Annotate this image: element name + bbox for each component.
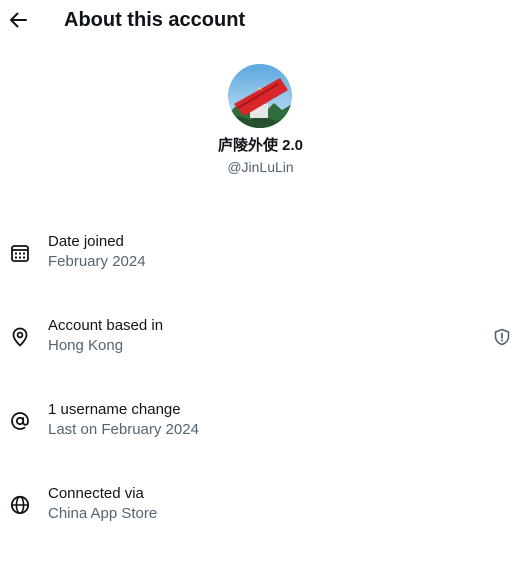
- calendar-icon: [11, 245, 29, 262]
- detail-row-date-joined: Date joined February 2024: [0, 232, 521, 282]
- location-pin-icon: [12, 327, 28, 347]
- detail-value: Hong Kong: [48, 337, 124, 354]
- detail-label: Date joined: [48, 233, 124, 250]
- detail-value: China App Store: [48, 505, 158, 522]
- header: About this account: [0, 0, 521, 40]
- detail-row-username-change: 1 username change Last on February 2024: [0, 400, 521, 450]
- back-button[interactable]: [8, 9, 28, 31]
- avatar-image: [227, 64, 292, 128]
- shield-alert-icon[interactable]: [493, 328, 511, 346]
- detail-label: 1 username change: [48, 401, 181, 418]
- detail-row-account-based-in: Account based in Hong Kong: [0, 316, 521, 366]
- account-handle: @JinLuLin: [227, 159, 294, 175]
- detail-row-connected-via: Connected via China App Store: [0, 484, 521, 534]
- globe-icon: [10, 495, 30, 515]
- profile-summary: 庐陵外使 2.0 @JinLuLin: [0, 64, 521, 176]
- display-name: 庐陵外使 2.0: [217, 137, 304, 154]
- page-title: About this account: [64, 9, 246, 31]
- detail-label: Connected via: [48, 485, 144, 502]
- arrow-left-icon: [10, 12, 27, 28]
- detail-value: February 2024: [48, 253, 146, 270]
- detail-value: Last on February 2024: [48, 421, 199, 438]
- detail-label: Account based in: [48, 317, 164, 334]
- avatar[interactable]: [227, 64, 292, 128]
- at-sign-icon: [11, 412, 29, 430]
